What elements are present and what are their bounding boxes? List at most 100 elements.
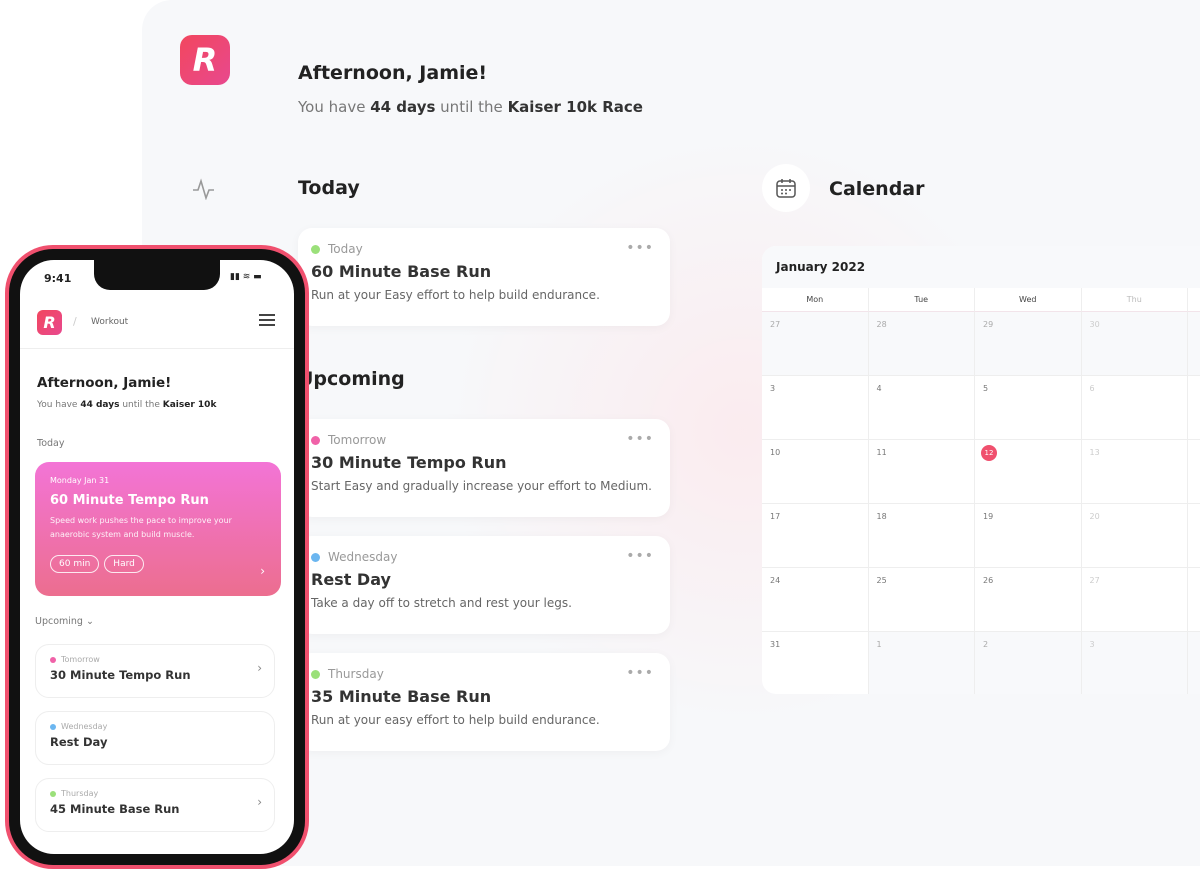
today-marker: 12 bbox=[981, 445, 997, 461]
calendar-day[interactable]: 11 bbox=[868, 440, 975, 504]
day-number: 30 bbox=[1089, 320, 1100, 329]
day-number: 19 bbox=[983, 512, 994, 521]
status-dot bbox=[50, 656, 56, 663]
status-time: 9:41 bbox=[44, 272, 72, 285]
calendar-day[interactable]: 6 bbox=[1081, 376, 1188, 440]
phone-mockup: 9:41 ▮▮ ≋ ▬ R / Workout Afternoon, Jamie… bbox=[5, 245, 309, 869]
calendar-day[interactable]: 13 bbox=[1081, 440, 1188, 504]
upcoming-item[interactable]: Tomorrow 30 Minute Tempo Run › bbox=[35, 644, 275, 698]
calendar-day[interactable]: 10 bbox=[762, 440, 869, 504]
day-number: 4 bbox=[876, 384, 882, 393]
day-number: 6 bbox=[1089, 384, 1095, 393]
calendar-day[interactable] bbox=[1188, 440, 1200, 504]
calendar-day[interactable]: 31 bbox=[762, 632, 869, 694]
calendar-widget: January 2022 Mon Tue Wed Thu 27 28 29 30 3 4 5… bbox=[762, 246, 1200, 694]
day-number: 20 bbox=[1089, 512, 1100, 521]
menu-icon[interactable] bbox=[259, 314, 275, 326]
breadcrumb[interactable]: Workout bbox=[91, 317, 128, 327]
calendar-day[interactable] bbox=[1188, 632, 1200, 694]
phone-greeting: Afternoon, Jamie! bbox=[37, 375, 172, 391]
calendar-day[interactable] bbox=[1188, 376, 1200, 440]
status-dot bbox=[50, 790, 56, 797]
calendar-icon[interactable] bbox=[762, 164, 810, 212]
calendar-day[interactable]: 24 bbox=[762, 568, 869, 632]
upcoming-item[interactable]: Thursday 45 Minute Base Run › bbox=[35, 778, 275, 832]
day-number: 13 bbox=[1089, 448, 1100, 457]
calendar-day[interactable]: 29 bbox=[975, 312, 1082, 376]
status-dot bbox=[311, 669, 320, 679]
weekday-header: Wed bbox=[975, 288, 1082, 312]
day-number: 26 bbox=[983, 576, 994, 585]
calendar-day[interactable]: 19 bbox=[975, 504, 1082, 568]
calendar-day[interactable]: 5 bbox=[975, 376, 1082, 440]
status-dot bbox=[311, 244, 320, 254]
calendar-day[interactable]: 3 bbox=[762, 376, 869, 440]
calendar-day[interactable]: 18 bbox=[868, 504, 975, 568]
upcoming-item[interactable]: Wednesday Rest Day bbox=[35, 711, 275, 765]
weekday-header: Tue bbox=[868, 288, 975, 312]
calendar-day[interactable]: 12 bbox=[975, 440, 1082, 504]
calendar-day[interactable]: 17 bbox=[762, 504, 869, 568]
chevron-right-icon[interactable]: › bbox=[260, 564, 265, 578]
weekday-header: Mon bbox=[762, 288, 869, 312]
today-heading: Today bbox=[298, 177, 360, 199]
difficulty-tag: Hard bbox=[104, 555, 144, 573]
more-options-icon[interactable]: ••• bbox=[626, 240, 654, 256]
calendar-day[interactable] bbox=[1188, 504, 1200, 568]
calendar-day[interactable]: 1 bbox=[868, 632, 975, 694]
calendar-day[interactable]: 25 bbox=[868, 568, 975, 632]
day-number: 1 bbox=[876, 640, 882, 649]
day-number: 2 bbox=[983, 640, 989, 649]
day-number: 10 bbox=[770, 448, 781, 457]
app-logo[interactable]: R bbox=[37, 310, 62, 335]
status-dot bbox=[311, 552, 320, 562]
day-number: 24 bbox=[770, 576, 781, 585]
calendar-day[interactable] bbox=[1188, 312, 1200, 376]
upcoming-card[interactable]: Wednesday Rest Day Take a day off to str… bbox=[298, 536, 670, 634]
today-label: Today bbox=[37, 438, 65, 449]
race-countdown: You have 44 days until the Kaiser 10k bbox=[37, 400, 217, 410]
day-number: 3 bbox=[1089, 640, 1095, 649]
day-number: 11 bbox=[876, 448, 887, 457]
today-workout-card[interactable]: Monday Jan 31 60 Minute Tempo Run Speed … bbox=[35, 462, 281, 596]
upcoming-card[interactable]: Thursday 35 Minute Base Run Run at your … bbox=[298, 653, 670, 751]
weekday-header: Thu bbox=[1081, 288, 1188, 312]
calendar-day[interactable]: 2 bbox=[975, 632, 1082, 694]
day-number: 31 bbox=[770, 640, 781, 649]
day-number: 3 bbox=[770, 384, 776, 393]
phone-screen: 9:41 ▮▮ ≋ ▬ R / Workout Afternoon, Jamie… bbox=[20, 260, 294, 854]
day-number: 17 bbox=[770, 512, 781, 521]
day-number: 27 bbox=[770, 320, 781, 329]
day-number: 27 bbox=[1089, 576, 1100, 585]
breadcrumb-separator: / bbox=[73, 315, 77, 328]
day-number: 25 bbox=[876, 576, 887, 585]
day-number: 29 bbox=[983, 320, 994, 329]
chevron-right-icon[interactable]: › bbox=[257, 795, 262, 809]
calendar-day[interactable]: 4 bbox=[868, 376, 975, 440]
activity-icon[interactable] bbox=[192, 178, 216, 200]
upcoming-card[interactable]: Tomorrow 30 Minute Tempo Run Start Easy … bbox=[298, 419, 670, 517]
more-options-icon[interactable]: ••• bbox=[626, 665, 654, 681]
upcoming-toggle[interactable]: Upcoming ⌄ bbox=[35, 616, 94, 627]
calendar-day[interactable]: 27 bbox=[1081, 568, 1188, 632]
duration-tag: 60 min bbox=[50, 555, 100, 573]
more-options-icon[interactable]: ••• bbox=[626, 431, 654, 447]
chevron-right-icon[interactable]: › bbox=[257, 661, 262, 675]
today-workout-card[interactable]: Today 60 Minute Base Run Run at your Eas… bbox=[298, 228, 670, 326]
calendar-month: January 2022 bbox=[762, 246, 1200, 288]
page-greeting: Afternoon, Jamie! bbox=[298, 62, 488, 84]
calendar-day[interactable]: 27 bbox=[762, 312, 869, 376]
status-dot bbox=[311, 435, 320, 445]
calendar-day[interactable]: 30 bbox=[1081, 312, 1188, 376]
race-countdown: You have 44 days until the Kaiser 10k Ra… bbox=[298, 98, 643, 116]
calendar-day[interactable]: 28 bbox=[868, 312, 975, 376]
calendar-day[interactable] bbox=[1188, 568, 1200, 632]
calendar-day[interactable]: 3 bbox=[1081, 632, 1188, 694]
app-logo[interactable]: R bbox=[180, 35, 230, 85]
calendar-day[interactable]: 20 bbox=[1081, 504, 1188, 568]
more-options-icon[interactable]: ••• bbox=[626, 548, 654, 564]
day-number: 5 bbox=[983, 384, 989, 393]
status-dot bbox=[50, 723, 56, 730]
calendar-day[interactable]: 26 bbox=[975, 568, 1082, 632]
calendar-heading: Calendar bbox=[829, 178, 925, 200]
